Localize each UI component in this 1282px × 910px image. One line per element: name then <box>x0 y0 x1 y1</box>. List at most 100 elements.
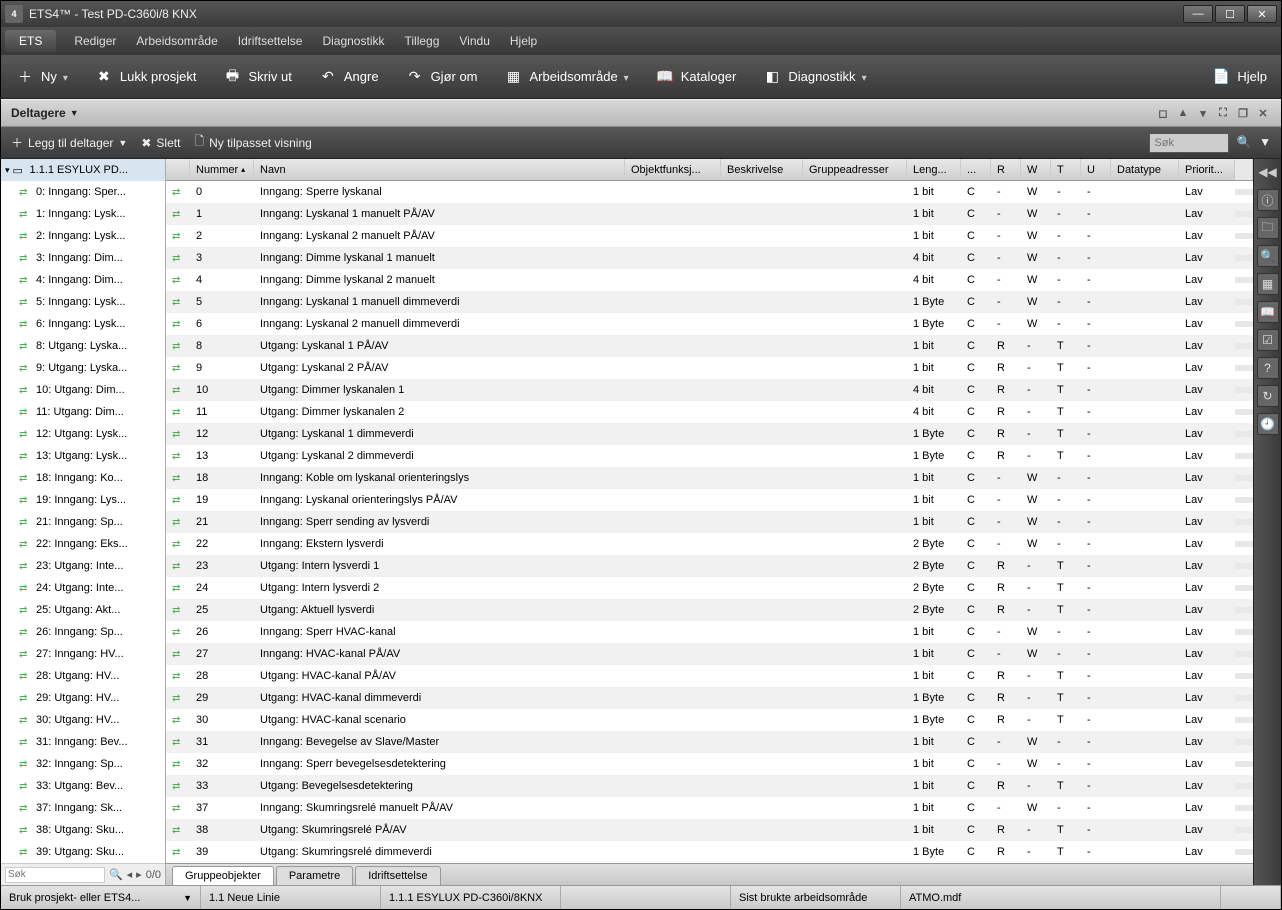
filter-icon[interactable]: ▼ <box>1259 135 1271 149</box>
table-row[interactable]: 39Utgang: Skumringsrelé dimmeverdi1 Byte… <box>166 841 1253 863</box>
col-datatype[interactable]: Datatype <box>1111 159 1179 180</box>
panel-new-window-icon[interactable]: ◻ <box>1155 106 1171 120</box>
tree-item[interactable]: 0: Inngang: Sper... <box>1 181 165 203</box>
table-row[interactable]: 6Inngang: Lyskanal 2 manuell dimmeverdi1… <box>166 313 1253 335</box>
tree-item[interactable]: 5: Inngang: Lysk... <box>1 291 165 313</box>
tree-item[interactable]: 22: Inngang: Eks... <box>1 533 165 555</box>
col-length[interactable]: Leng... <box>907 159 961 180</box>
search-icon[interactable]: 🔍 <box>1257 245 1279 267</box>
tree-item[interactable]: 31: Inngang: Bev... <box>1 731 165 753</box>
table-row[interactable]: 31Inngang: Bevegelse av Slave/Master1 bi… <box>166 731 1253 753</box>
search-icon[interactable]: 🔍 <box>1237 135 1252 149</box>
col-w[interactable]: W <box>1021 159 1051 180</box>
col-c[interactable]: ... <box>961 159 991 180</box>
tree-item[interactable]: 6: Inngang: Lysk... <box>1 313 165 335</box>
grid-header[interactable]: Nummer▴ Navn Objektfunksj... Beskrivelse… <box>166 159 1253 181</box>
windows-icon[interactable]: ▦ <box>1257 273 1279 295</box>
tree-item[interactable]: 33: Utgang: Bev... <box>1 775 165 797</box>
table-row[interactable]: 5Inngang: Lyskanal 1 manuell dimmeverdi1… <box>166 291 1253 313</box>
book-icon[interactable]: 📖 <box>1257 301 1279 323</box>
table-row[interactable]: 10Utgang: Dimmer lyskanalen 14 bitCR-T-L… <box>166 379 1253 401</box>
table-row[interactable]: 29Utgang: HVAC-kanal dimmeverdi1 ByteCR-… <box>166 687 1253 709</box>
tree-item[interactable]: 23: Utgang: Inte... <box>1 555 165 577</box>
panel-title[interactable]: Deltagere <box>11 106 66 120</box>
undo-button[interactable]: ↶Angre <box>312 63 385 91</box>
search-input[interactable] <box>1149 133 1229 153</box>
tree-item[interactable]: 32: Inngang: Sp... <box>1 753 165 775</box>
menu-item[interactable]: Idriftsettelse <box>228 30 313 52</box>
table-row[interactable]: 21Inngang: Sperr sending av lysverdi1 bi… <box>166 511 1253 533</box>
check-icon[interactable]: ☑ <box>1257 329 1279 351</box>
tab-commissioning[interactable]: Idriftsettelse <box>355 866 440 885</box>
tree-item[interactable]: 28: Utgang: HV... <box>1 665 165 687</box>
tree-item[interactable]: 8: Utgang: Lyska... <box>1 335 165 357</box>
history-icon[interactable]: 🕘 <box>1257 413 1279 435</box>
prev-icon[interactable]: ◂ <box>127 868 133 881</box>
tree-item[interactable]: 11: Utgang: Dim... <box>1 401 165 423</box>
menu-item[interactable]: Vindu <box>449 30 499 52</box>
status-project[interactable]: Bruk prosjekt- eller ETS4...▼ <box>1 886 201 909</box>
catalogs-button[interactable]: 📖Kataloger <box>649 63 743 91</box>
folder-icon[interactable]: 🗀 <box>1257 217 1279 239</box>
table-row[interactable]: 13Utgang: Lyskanal 2 dimmeverdi1 ByteCR-… <box>166 445 1253 467</box>
table-row[interactable]: 3Inngang: Dimme lyskanal 1 manuelt4 bitC… <box>166 247 1253 269</box>
tab-parameters[interactable]: Parametre <box>276 866 353 885</box>
panel-restore-icon[interactable]: ❐ <box>1235 106 1251 120</box>
tree-item[interactable]: 37: Inngang: Sk... <box>1 797 165 819</box>
panel-maximize-icon[interactable]: ⛶ <box>1215 106 1231 120</box>
tree-view[interactable]: ▾ ▭ 1.1.1 ESYLUX PD... 0: Inngang: Sper.… <box>1 159 166 885</box>
workspace-button[interactable]: ▦Arbeidsområde <box>498 63 635 91</box>
tree-item[interactable]: 18: Inngang: Ko... <box>1 467 165 489</box>
maximize-button[interactable]: ☐ <box>1215 5 1245 23</box>
col-name[interactable]: Navn <box>254 159 625 180</box>
new-view-button[interactable]: 🗋Ny tilpasset visning <box>194 132 311 153</box>
table-row[interactable]: 1Inngang: Lyskanal 1 manuelt PÅ/AV1 bitC… <box>166 203 1253 225</box>
diagnostics-button[interactable]: ◧Diagnostikk <box>756 63 872 91</box>
col-number[interactable]: Nummer▴ <box>190 159 254 180</box>
table-row[interactable]: 18Inngang: Koble om lyskanal orientering… <box>166 467 1253 489</box>
info-icon[interactable]: ⓘ <box>1257 189 1279 211</box>
print-button[interactable]: 🖶Skriv ut <box>217 63 298 91</box>
search-icon[interactable]: 🔍 <box>109 868 123 881</box>
tree-item[interactable]: 26: Inngang: Sp... <box>1 621 165 643</box>
table-row[interactable]: 9Utgang: Lyskanal 2 PÅ/AV1 bitCR-T-Lav <box>166 357 1253 379</box>
grid-body[interactable]: 0Inngang: Sperre lyskanal1 bitC-W--Lav1I… <box>166 181 1253 863</box>
tree-item[interactable]: 4: Inngang: Dim... <box>1 269 165 291</box>
col-t[interactable]: T <box>1051 159 1081 180</box>
tree-item[interactable]: 38: Utgang: Sku... <box>1 819 165 841</box>
collapse-icon[interactable]: ◀◀ <box>1258 165 1276 179</box>
close-button[interactable]: ✕ <box>1247 5 1277 23</box>
table-row[interactable]: 11Utgang: Dimmer lyskanalen 24 bitCR-T-L… <box>166 401 1253 423</box>
col-group[interactable]: Gruppeadresser <box>803 159 907 180</box>
table-row[interactable]: 26Inngang: Sperr HVAC-kanal1 bitC-W--Lav <box>166 621 1253 643</box>
table-row[interactable]: 37Inngang: Skumringsrelé manuelt PÅ/AV1 … <box>166 797 1253 819</box>
tree-item[interactable]: 13: Utgang: Lysk... <box>1 445 165 467</box>
tree-item[interactable]: 3: Inngang: Dim... <box>1 247 165 269</box>
menu-item[interactable]: Arbeidsområde <box>126 30 227 52</box>
next-icon[interactable]: ▸ <box>136 868 142 881</box>
tree-item[interactable]: 25: Utgang: Akt... <box>1 599 165 621</box>
tree-item[interactable]: 12: Utgang: Lysk... <box>1 423 165 445</box>
panel-close-icon[interactable]: ✕ <box>1255 106 1271 120</box>
add-participant-button[interactable]: ＋Legg til deltager▼ <box>11 134 127 151</box>
table-row[interactable]: 25Utgang: Aktuell lysverdi2 ByteCR-T-Lav <box>166 599 1253 621</box>
col-description[interactable]: Beskrivelse <box>721 159 803 180</box>
table-row[interactable]: 30Utgang: HVAC-kanal scenario1 ByteCR-T-… <box>166 709 1253 731</box>
col-r[interactable]: R <box>991 159 1021 180</box>
tree-item[interactable]: 19: Inngang: Lys... <box>1 489 165 511</box>
table-row[interactable]: 24Utgang: Intern lysverdi 22 ByteCR-T-La… <box>166 577 1253 599</box>
tree-item[interactable]: 30: Utgang: HV... <box>1 709 165 731</box>
panel-up-icon[interactable]: ▲ <box>1175 106 1191 120</box>
table-row[interactable]: 23Utgang: Intern lysverdi 12 ByteCR-T-La… <box>166 555 1253 577</box>
table-row[interactable]: 28Utgang: HVAC-kanal PÅ/AV1 bitCR-T-Lav <box>166 665 1253 687</box>
col-priority[interactable]: Priorit... <box>1179 159 1235 180</box>
col-u[interactable]: U <box>1081 159 1111 180</box>
table-row[interactable]: 2Inngang: Lyskanal 2 manuelt PÅ/AV1 bitC… <box>166 225 1253 247</box>
tree-item[interactable]: 2: Inngang: Lysk... <box>1 225 165 247</box>
help-icon[interactable]: ? <box>1257 357 1279 379</box>
tree-item[interactable]: 27: Inngang: HV... <box>1 643 165 665</box>
table-row[interactable]: 0Inngang: Sperre lyskanal1 bitC-W--Lav <box>166 181 1253 203</box>
minimize-button[interactable]: — <box>1183 5 1213 23</box>
menu-item[interactable]: Hjelp <box>500 30 547 52</box>
tab-group-objects[interactable]: Gruppeobjekter <box>172 866 274 885</box>
